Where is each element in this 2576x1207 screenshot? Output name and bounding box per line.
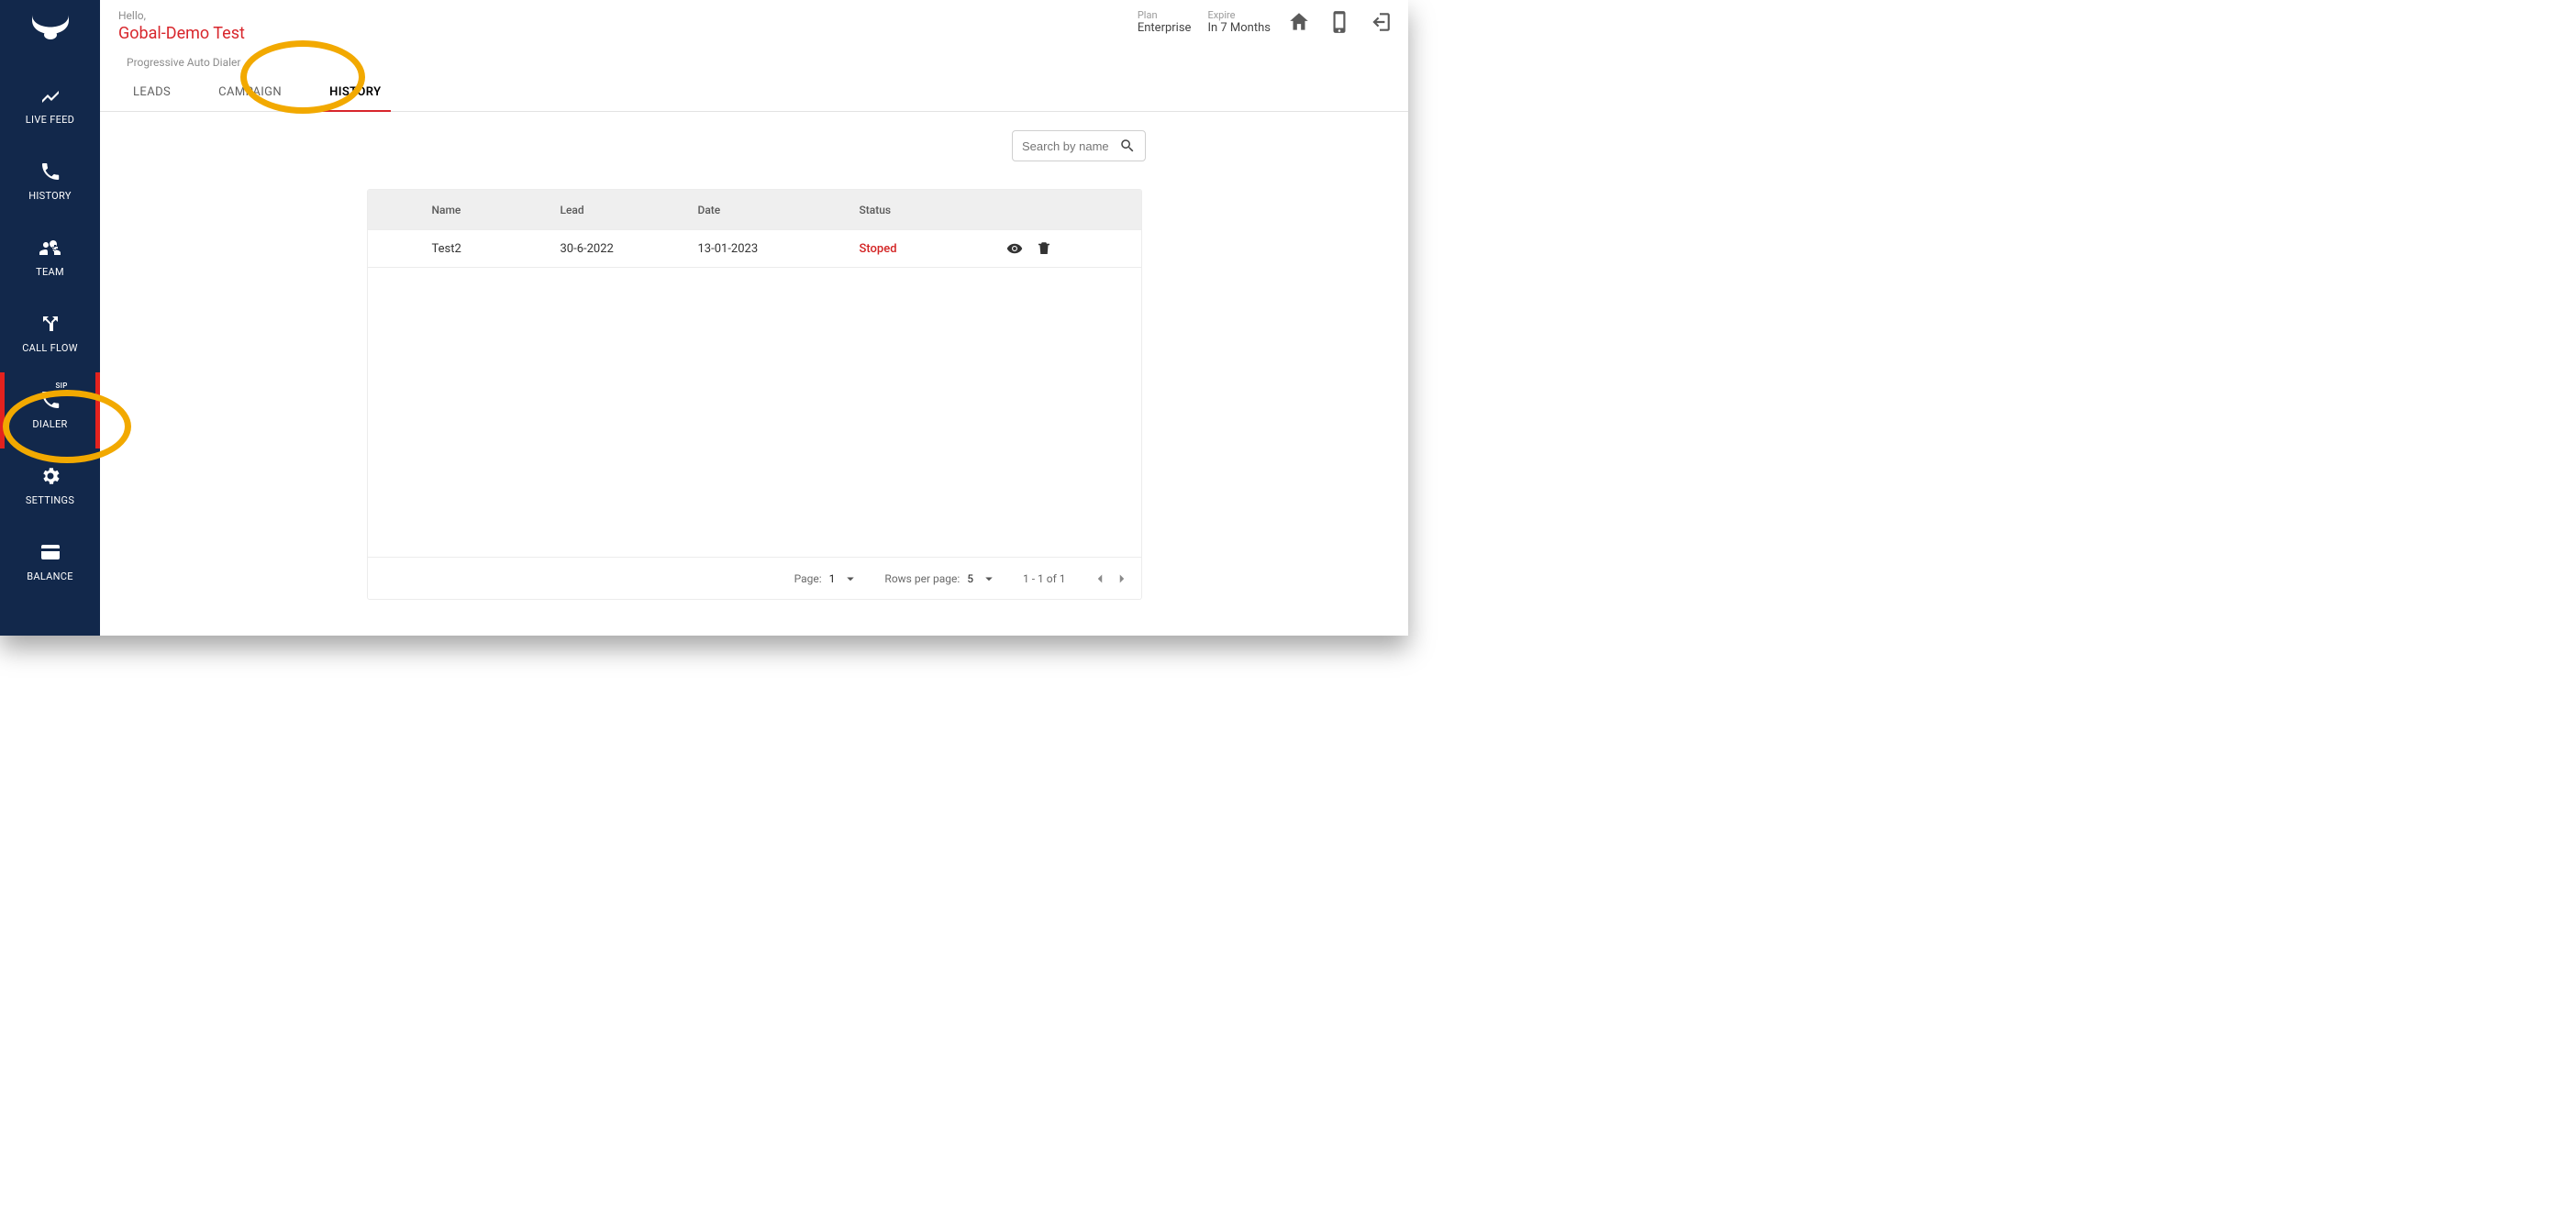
rows-label: Rows per page: (884, 572, 960, 585)
chevron-down-icon (981, 570, 997, 587)
mobile-icon[interactable] (1327, 10, 1351, 34)
greeting: Hello, Gobal-Demo Test (118, 9, 245, 43)
row-actions (1006, 240, 1071, 257)
sidebar-item-team[interactable]: TEAM (0, 220, 100, 296)
sidebar-item-history[interactable]: HISTORY (0, 144, 100, 220)
hello-text: Hello, (118, 9, 245, 22)
history-table: Name Lead Date Status Test2 30-6-2022 13… (367, 189, 1142, 600)
home-icon[interactable] (1287, 10, 1311, 34)
logout-icon[interactable] (1368, 10, 1392, 34)
sidebar-item-label: SETTINGS (26, 494, 74, 506)
gear-icon (39, 465, 61, 487)
table-empty-space (368, 267, 1141, 557)
chevron-left-icon[interactable] (1092, 570, 1108, 587)
search-input[interactable] (1022, 139, 1114, 153)
top-bar: Hello, Gobal-Demo Test Plan Enterprise E… (100, 0, 1408, 43)
sidebar-item-label: BALANCE (27, 570, 73, 582)
main-area: Hello, Gobal-Demo Test Plan Enterprise E… (100, 0, 1408, 636)
table-footer: Page: 1 Rows per page: 5 1 - 1 of 1 (368, 557, 1141, 599)
sidebar: LIVE FEED HISTORY TEAM CALL FLOW SIP (0, 0, 100, 636)
phone-icon (39, 161, 61, 183)
sidebar-item-call-flow[interactable]: CALL FLOW (0, 296, 100, 372)
tab-bar: LEADS CAMPAIGN HISTORY (100, 72, 1408, 112)
col-lead: Lead (561, 204, 698, 216)
col-status: Status (860, 204, 1006, 216)
phone-arc-logo-icon (28, 13, 73, 44)
expire-value: In 7 Months (1207, 21, 1271, 35)
card-icon (39, 541, 61, 563)
section-title: Progressive Auto Dialer (127, 56, 1408, 69)
expire-info: Expire In 7 Months (1207, 9, 1271, 35)
page-value: 1 (829, 572, 836, 585)
chart-line-icon (39, 84, 61, 106)
chevron-down-icon (842, 570, 859, 587)
table-header: Name Lead Date Status (368, 190, 1141, 229)
brand-logo (28, 13, 73, 44)
cell-name: Test2 (432, 242, 561, 256)
sidebar-item-label: HISTORY (28, 190, 72, 202)
sidebar-item-balance[interactable]: BALANCE (0, 525, 100, 601)
tab-leads[interactable]: LEADS (133, 72, 171, 111)
col-name: Name (432, 204, 561, 216)
app-window: LIVE FEED HISTORY TEAM CALL FLOW SIP (0, 0, 1408, 636)
cell-date: 13-01-2023 (698, 242, 860, 256)
tab-campaign[interactable]: CAMPAIGN (218, 72, 282, 111)
plan-info: Plan Enterprise (1138, 9, 1192, 35)
rows-value: 5 (967, 572, 973, 585)
sip-badge: SIP (56, 382, 68, 390)
table-row: Test2 30-6-2022 13-01-2023 Stoped (368, 229, 1141, 267)
sidebar-item-label: DIALER (32, 418, 67, 430)
sidebar-item-label: CALL FLOW (22, 342, 78, 354)
call-split-icon (39, 313, 61, 335)
plan-value: Enterprise (1138, 21, 1192, 35)
delete-icon[interactable] (1036, 240, 1052, 257)
cell-lead: 30-6-2022 (561, 242, 698, 256)
search-box[interactable] (1012, 130, 1146, 161)
username-text: Gobal-Demo Test (118, 24, 245, 43)
pager-buttons (1092, 570, 1130, 587)
dialer-sip-icon (39, 389, 61, 411)
tab-history[interactable]: HISTORY (329, 72, 381, 111)
topbar-right: Plan Enterprise Expire In 7 Months (1138, 9, 1392, 35)
plan-label: Plan (1138, 9, 1192, 21)
cell-status: Stoped (860, 242, 1006, 256)
page-select[interactable]: Page: 1 (794, 570, 860, 587)
sidebar-item-label: TEAM (36, 266, 64, 278)
expire-label: Expire (1207, 9, 1271, 21)
sidebar-item-label: LIVE FEED (26, 114, 74, 126)
col-date: Date (698, 204, 860, 216)
rows-per-page-select[interactable]: Rows per page: 5 (884, 570, 997, 587)
page-label: Page: (794, 572, 822, 585)
view-icon[interactable] (1006, 240, 1023, 257)
search-icon[interactable] (1119, 138, 1136, 154)
content-area: Name Lead Date Status Test2 30-6-2022 13… (100, 112, 1408, 636)
sidebar-item-live-feed[interactable]: LIVE FEED (0, 68, 100, 144)
sidebar-item-settings[interactable]: SETTINGS (0, 448, 100, 525)
pagination-range: 1 - 1 of 1 (1023, 572, 1065, 585)
chevron-right-icon[interactable] (1114, 570, 1130, 587)
sidebar-item-dialer[interactable]: SIP DIALER (0, 372, 100, 448)
people-plus-icon (39, 237, 61, 259)
